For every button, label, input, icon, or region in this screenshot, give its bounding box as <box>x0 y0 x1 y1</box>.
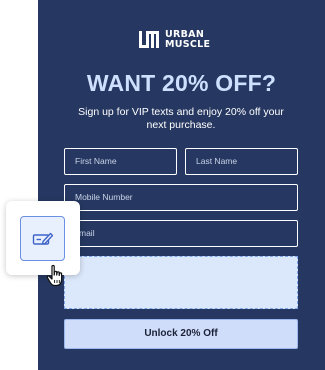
headline: WANT 20% OFF? <box>86 70 277 96</box>
brand-name: URBAN MUSCLE <box>165 30 210 50</box>
unlock-offer-button[interactable]: Unlock 20% Off <box>64 319 298 349</box>
edit-form-block-button[interactable] <box>20 216 65 261</box>
brand-line-2: MUSCLE <box>165 39 211 50</box>
mobile-number-field[interactable]: Mobile Number <box>64 184 298 211</box>
hand-pointer-icon <box>46 264 63 287</box>
block-drop-zone[interactable] <box>64 256 298 309</box>
last-name-field[interactable]: Last Name <box>185 148 298 175</box>
brand-logo: URBAN MUSCLE <box>137 28 217 52</box>
first-name-field[interactable]: First Name <box>64 148 177 175</box>
edit-form-icon <box>32 232 53 245</box>
brand-mark-icon <box>139 31 159 48</box>
email-field[interactable]: mail <box>64 220 298 247</box>
subtext: Sign up for VIP texts and enjoy 20% off … <box>78 106 284 131</box>
